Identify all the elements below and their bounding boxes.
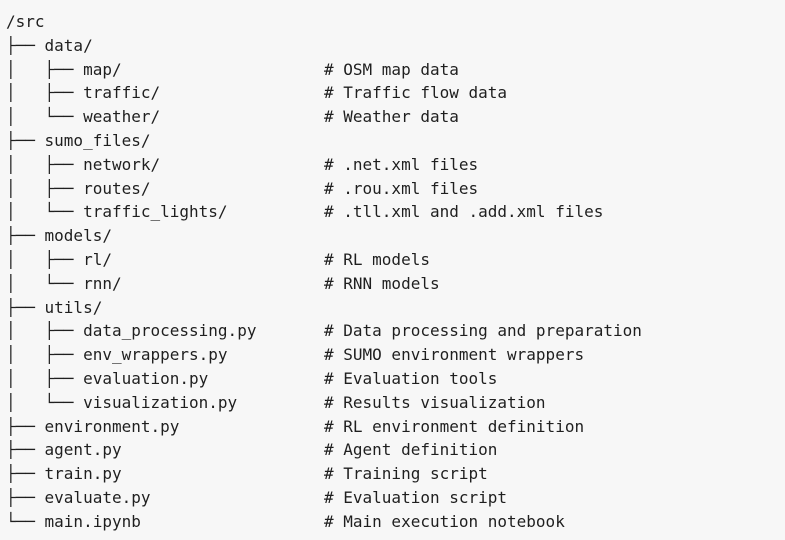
tree-line-data: ├── data/	[6, 34, 785, 58]
tree-line-traffic: │ ├── traffic/ # Traffic flow data	[6, 81, 785, 105]
tree-name: network/	[83, 154, 161, 174]
tree-line-visualization: │ └── visualization.py # Results visualiz…	[6, 391, 785, 415]
tree-comment: # Evaluation tools	[324, 368, 498, 388]
code-block: /src ├── data/ │ ├── map/# OSM map data …	[0, 0, 785, 540]
tree-line-env-wrappers: │ ├── env_wrappers.py # SUMO environment …	[6, 343, 785, 367]
tree-line-map: │ ├── map/ # OSM map data	[6, 58, 785, 82]
tree-line-evaluate: ├── evaluate.py # Evaluation script	[6, 486, 785, 510]
tree-line-rl: │ ├── rl/ # RL models	[6, 248, 785, 272]
tree-name: agent.py	[44, 440, 122, 460]
tree-prefix: ├──	[6, 297, 45, 317]
tree-line-train: ├── train.py # Training script	[6, 462, 785, 486]
tree-prefix: │ ├──	[6, 345, 84, 365]
tree-prefix: │ └──	[6, 202, 84, 222]
tree-line-weather: │ └── weather/ # Weather data	[6, 105, 785, 129]
tree-comment: # .tll.xml and .add.xml files	[324, 202, 604, 222]
tree-name: /src	[6, 12, 45, 31]
tree-name: evaluation.py	[83, 368, 209, 388]
tree-prefix: │ └──	[6, 392, 84, 412]
tree-prefix: ├──	[6, 440, 45, 460]
tree-name: train.py	[44, 464, 122, 484]
tree-name: traffic_lights/	[83, 202, 228, 222]
tree-line-models: ├── models/	[6, 224, 785, 248]
tree-name: rl/	[83, 249, 112, 269]
tree-name: weather/	[83, 107, 161, 127]
tree-line-root: /src	[6, 10, 785, 34]
tree-comment: # Main execution notebook	[324, 511, 565, 531]
tree-line-data-processing: │ ├── data_processing.py # Data processin…	[6, 319, 785, 343]
tree-comment: # SUMO environment wrappers	[324, 345, 585, 365]
tree-prefix: ├──	[6, 487, 45, 507]
tree-comment: # OSM map data	[324, 59, 459, 79]
tree-name: routes/	[83, 178, 151, 198]
tree-prefix: │ └──	[6, 273, 84, 293]
tree-line-network: │ ├── network/ # .net.xml files	[6, 153, 785, 177]
tree-prefix: ├──	[6, 464, 45, 484]
tree-comment: # RL environment definition	[324, 416, 585, 436]
tree-prefix: │ └──	[6, 107, 84, 127]
tree-name: data_processing.py	[83, 321, 257, 341]
tree-comment: # Results visualization	[324, 392, 546, 412]
tree-name: env_wrappers.py	[83, 345, 228, 365]
tree-name: main.ipynb	[44, 511, 141, 531]
tree-name: data/	[44, 35, 93, 55]
tree-name: models/	[44, 226, 112, 246]
tree-prefix: └──	[6, 511, 45, 531]
tree-line-utils: ├── utils/	[6, 296, 785, 320]
tree-line-agent: ├── agent.py # Agent definition	[6, 438, 785, 462]
tree-name: utils/	[44, 297, 103, 317]
tree-comment: # Data processing and preparation	[324, 321, 642, 341]
tree-name: evaluate.py	[44, 487, 151, 507]
tree-prefix: ├──	[6, 35, 45, 55]
tree-prefix: ├──	[6, 226, 45, 246]
tree-name: visualization.py	[83, 392, 238, 412]
tree-name: traffic/	[83, 83, 161, 103]
tree-comment: # .rou.xml files	[324, 178, 479, 198]
tree-comment: # RL models	[324, 249, 430, 269]
tree-comment: # Evaluation script	[324, 487, 508, 507]
tree-line-sumo-files: ├── sumo_files/	[6, 129, 785, 153]
tree-line-rnn: │ └── rnn/ # RNN models	[6, 272, 785, 296]
tree-comment: # RNN models	[324, 273, 440, 293]
tree-name: map/	[83, 59, 122, 79]
tree-comment: # Traffic flow data	[324, 83, 508, 103]
tree-line-evaluation: │ ├── evaluation.py # Evaluation tools	[6, 367, 785, 391]
tree-prefix: │ ├──	[6, 178, 84, 198]
tree-line-traffic-lights: │ └── traffic_lights/ # .tll.xml and .add…	[6, 200, 785, 224]
tree-line-main: └── main.ipynb # Main execution notebook	[6, 510, 785, 534]
tree-name: environment.py	[44, 416, 180, 436]
tree-prefix: ├──	[6, 130, 45, 150]
tree-prefix: │ ├──	[6, 249, 84, 269]
tree-prefix: │ ├──	[6, 321, 84, 341]
tree-comment: # Weather data	[324, 107, 459, 127]
tree-name: rnn/	[83, 273, 122, 293]
tree-name: sumo_files/	[44, 130, 151, 150]
tree-prefix: │ ├──	[6, 368, 84, 388]
tree-comment: # Training script	[324, 464, 488, 484]
tree-comment: # .net.xml files	[324, 154, 479, 174]
tree-comment: # Agent definition	[324, 440, 498, 460]
tree-prefix: │ ├──	[6, 83, 84, 103]
tree-line-routes: │ ├── routes/ # .rou.xml files	[6, 177, 785, 201]
tree-prefix: ├──	[6, 416, 45, 436]
tree-prefix: │ ├──	[6, 154, 84, 174]
tree-line-environment: ├── environment.py # RL environment defin…	[6, 415, 785, 439]
tree-prefix: │ ├──	[6, 59, 84, 79]
